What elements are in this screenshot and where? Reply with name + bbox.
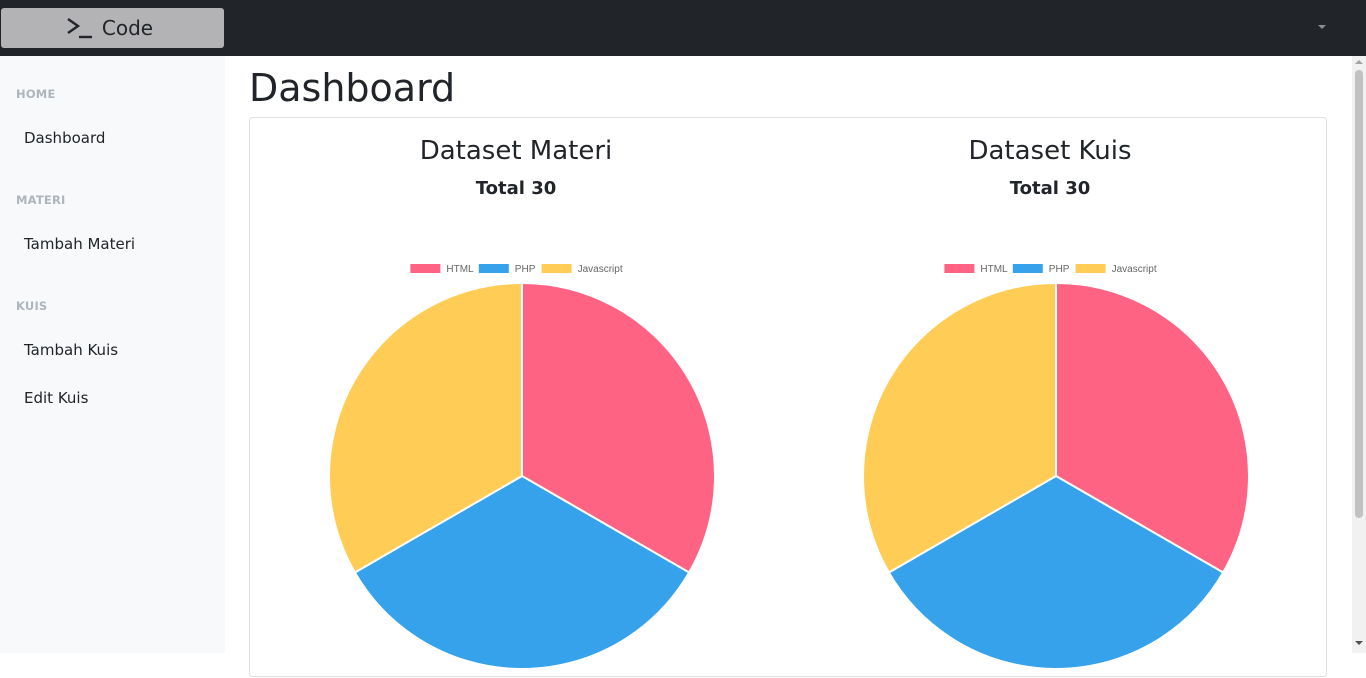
- sidebar-item-dashboard[interactable]: Dashboard: [24, 129, 105, 147]
- sidebar: HOME Dashboard MATERI Tambah Materi KUIS…: [0, 56, 225, 653]
- pie-chart-svg[interactable]: HTML PHP Javascript: [256, 118, 776, 678]
- legend-swatch[interactable]: [410, 264, 441, 273]
- sidebar-heading-home: HOME: [16, 87, 56, 101]
- scroll-down-icon[interactable]: [1355, 641, 1363, 645]
- dashboard-card: Dataset Materi Total 30 HTML PHP Javascrip…: [249, 117, 1327, 677]
- legend-label[interactable]: HTML: [446, 264, 474, 275]
- legend-swatch[interactable]: [1012, 264, 1043, 273]
- brand-label: Code: [101, 16, 154, 40]
- user-menu-caret-icon[interactable]: [1318, 25, 1326, 29]
- legend-label[interactable]: PHP: [1049, 264, 1070, 275]
- legend-swatch[interactable]: [944, 264, 975, 273]
- top-navbar: Code: [0, 0, 1366, 56]
- chart-materi: Dataset Materi Total 30 HTML PHP Javascrip…: [256, 118, 776, 678]
- main-content: Dashboard Dataset Materi Total 30 HTML PH…: [225, 56, 1352, 677]
- legend-swatch[interactable]: [1075, 264, 1106, 273]
- sidebar-heading-materi: MATERI: [16, 193, 66, 207]
- legend-label[interactable]: PHP: [515, 264, 536, 275]
- brand-button[interactable]: Code: [1, 8, 224, 48]
- legend-label[interactable]: HTML: [980, 264, 1008, 275]
- legend-swatch[interactable]: [478, 264, 509, 273]
- chart-kuis: Dataset Kuis Total 30 HTML PHP Javascript: [790, 118, 1310, 678]
- sidebar-item-tambah-materi[interactable]: Tambah Materi: [24, 235, 135, 253]
- scroll-up-icon[interactable]: [1355, 60, 1363, 64]
- page-title: Dashboard: [249, 66, 456, 110]
- page-scrollbar[interactable]: [1352, 56, 1366, 653]
- legend-label[interactable]: Javascript: [578, 264, 623, 275]
- legend-label[interactable]: Javascript: [1112, 264, 1157, 275]
- sidebar-item-edit-kuis[interactable]: Edit Kuis: [24, 389, 88, 407]
- pie-chart-svg[interactable]: HTML PHP Javascript: [790, 118, 1310, 678]
- terminal-icon: [67, 18, 92, 39]
- sidebar-heading-kuis: KUIS: [16, 299, 48, 313]
- sidebar-item-tambah-kuis[interactable]: Tambah Kuis: [24, 341, 118, 359]
- scroll-thumb[interactable]: [1355, 70, 1363, 518]
- legend-swatch[interactable]: [541, 264, 572, 273]
